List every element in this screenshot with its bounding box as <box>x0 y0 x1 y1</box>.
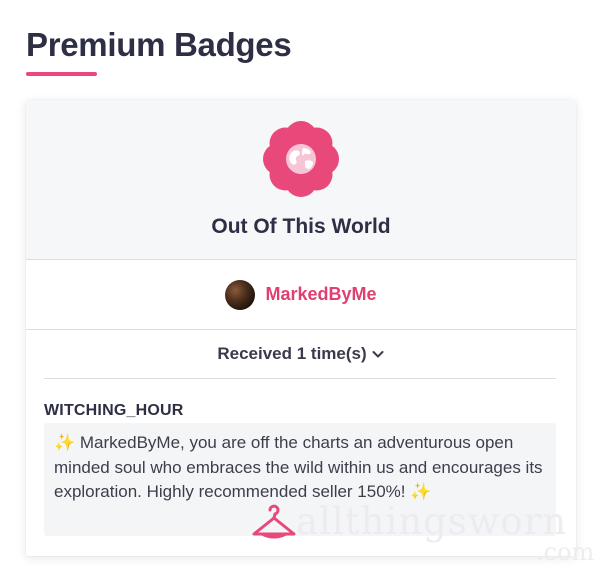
chevron-down-icon <box>372 351 384 358</box>
received-toggle[interactable]: Received 1 time(s) <box>26 344 576 364</box>
avatar[interactable] <box>225 279 256 310</box>
comment-box: ✨ MarkedByMe, you are off the charts an … <box>44 423 556 536</box>
comment-author: WITCHING_HOUR <box>44 402 184 419</box>
received-label: Received 1 time(s) <box>217 344 367 363</box>
divider <box>44 378 556 379</box>
badge-name: Out Of This World <box>211 215 391 238</box>
recipient-row: MarkedByMe <box>26 260 576 330</box>
badge-header: Out Of This World <box>26 100 576 260</box>
title-underline <box>26 72 97 76</box>
globe-flower-icon <box>263 121 339 197</box>
badge-card: Out Of This World MarkedByMe Received 1 … <box>26 100 576 556</box>
recipient-name-link[interactable]: MarkedByMe <box>265 284 376 305</box>
comment-text: ✨ MarkedByMe, you are off the charts an … <box>54 433 543 501</box>
page-title: Premium Badges <box>26 26 292 63</box>
